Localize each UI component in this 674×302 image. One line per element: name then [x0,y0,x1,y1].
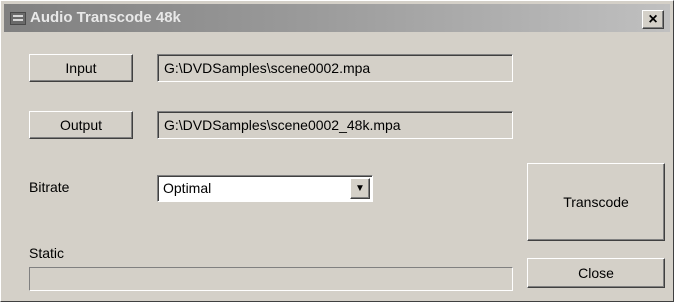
close-window-button[interactable]: × [642,10,664,29]
title-bar[interactable]: Audio Transcode 48k × [4,4,670,32]
output-button[interactable]: Output [29,111,133,139]
audio-transcode-window: Audio Transcode 48k × Input Output Bitra… [0,0,674,302]
bitrate-selected-value: Optimal [163,180,212,196]
chevron-down-icon[interactable]: ▼ [350,178,370,199]
input-path-field[interactable] [157,54,513,82]
transcode-button[interactable]: Transcode [527,163,665,241]
bitrate-label: Bitrate [29,179,70,195]
window-title: Audio Transcode 48k [30,9,181,26]
close-button[interactable]: Close [527,258,665,288]
progress-bar [29,267,513,291]
output-path-field[interactable] [157,111,513,139]
app-menu-icon[interactable] [10,12,26,25]
status-label: Static [29,245,65,261]
input-button[interactable]: Input [29,54,133,82]
bitrate-select[interactable]: Optimal ▼ [157,175,373,202]
